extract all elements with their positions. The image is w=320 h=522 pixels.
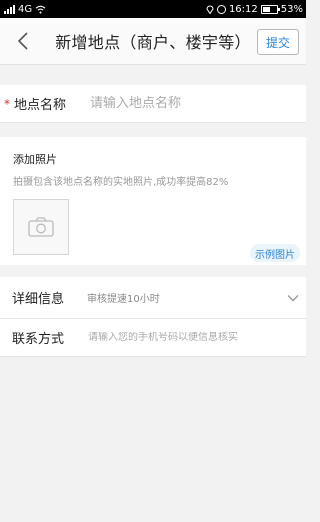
photo-hint: 拍摄包含该地点名称的实地照片,成功率提高82%	[13, 177, 229, 188]
photo-section: 添加照片 拍摄包含该地点名称的实地照片,成功率提高82% 示例图片	[0, 137, 306, 265]
place-name-row: * 地点名称	[0, 85, 306, 123]
header: 新增地点（商户、楼宇等） 提交	[0, 18, 306, 65]
place-name-input[interactable]	[90, 96, 306, 111]
place-name-label: 地点名称	[14, 98, 67, 113]
details-row[interactable]: 详细信息 审核提速10小时	[0, 277, 306, 319]
status-left: 4G	[4, 4, 46, 15]
status-right: 16:12 53%	[206, 4, 303, 15]
add-photo-button[interactable]	[13, 199, 69, 255]
battery-percent: 53%	[280, 3, 303, 15]
network-type: 4G	[18, 3, 33, 15]
required-mark: *	[4, 96, 10, 111]
chevron-left-icon	[17, 32, 28, 50]
example-photo-button[interactable]: 示例图片	[250, 244, 300, 262]
battery-icon	[260, 4, 280, 14]
page-title: 新增地点（商户、楼宇等）	[55, 33, 251, 52]
contact-label: 联系方式	[12, 332, 65, 347]
contact-input[interactable]	[88, 332, 306, 343]
location-icon	[206, 5, 214, 14]
chevron-down-icon[interactable]	[286, 291, 300, 305]
wifi-icon	[35, 5, 46, 13]
signal-icon	[4, 4, 15, 14]
details-value: 审核提速10小时	[87, 294, 160, 305]
status-bar: 4G 16:12 53%	[0, 0, 306, 18]
alarm-icon	[216, 4, 226, 14]
submit-button[interactable]: 提交	[257, 29, 299, 55]
camera-icon	[28, 217, 54, 237]
back-button[interactable]	[12, 30, 34, 52]
details-label: 详细信息	[12, 292, 65, 307]
photo-title: 添加照片	[13, 153, 57, 166]
contact-row: 联系方式	[0, 319, 306, 357]
clock: 16:12	[228, 3, 258, 15]
